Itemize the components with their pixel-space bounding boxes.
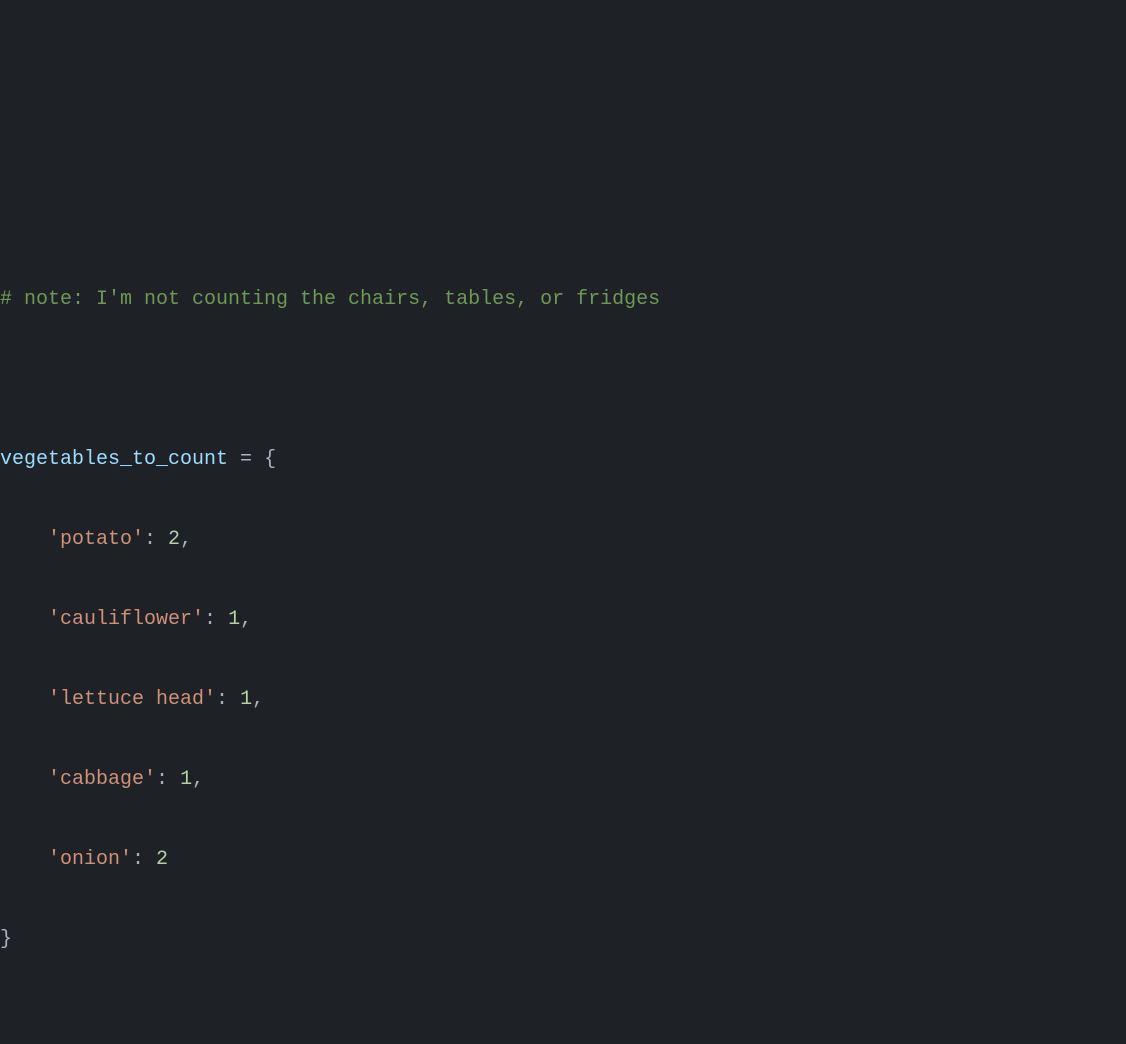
comment-text: # note: I'm not counting the chairs, tab…: [0, 288, 660, 311]
dict-value-number: 2: [156, 848, 168, 871]
code-line-dict-entry: 'cabbage': 1,: [0, 760, 1126, 800]
dict-value-number: 1: [228, 608, 240, 631]
open-brace: {: [264, 448, 276, 471]
indent: [0, 768, 48, 791]
code-line-blank: [0, 1000, 1126, 1040]
code-line-blank: [0, 360, 1126, 400]
code-line-assign: vegetables_to_count = {: [0, 440, 1126, 480]
dict-value-number: 1: [240, 688, 252, 711]
code-editor[interactable]: # note: I'm not counting the chairs, tab…: [0, 160, 1126, 1044]
dict-key-string: 'cabbage': [48, 768, 156, 791]
colon: :: [216, 688, 240, 711]
code-line-dict-entry: 'lettuce head': 1,: [0, 680, 1126, 720]
indent: [0, 528, 48, 551]
dict-key-string: 'cauliflower': [48, 608, 204, 631]
close-brace: }: [0, 928, 12, 951]
code-line-comment: # note: I'm not counting the chairs, tab…: [0, 280, 1126, 320]
variable-name: vegetables_to_count: [0, 448, 228, 471]
indent: [0, 848, 48, 871]
indent: [0, 608, 48, 631]
code-line-close-brace: }: [0, 920, 1126, 960]
colon: :: [132, 848, 156, 871]
comma: ,: [240, 608, 252, 631]
comma: ,: [252, 688, 264, 711]
dict-value-number: 2: [168, 528, 180, 551]
dict-key-string: 'onion': [48, 848, 132, 871]
dict-value-number: 1: [180, 768, 192, 791]
equals-operator: =: [228, 448, 264, 471]
code-line-dict-entry: 'cauliflower': 1,: [0, 600, 1126, 640]
comma: ,: [180, 528, 192, 551]
indent: [0, 688, 48, 711]
colon: :: [204, 608, 228, 631]
code-line-dict-entry: 'onion': 2: [0, 840, 1126, 880]
comma: ,: [192, 768, 204, 791]
colon: :: [144, 528, 168, 551]
code-line-dict-entry: 'potato': 2,: [0, 520, 1126, 560]
colon: :: [156, 768, 180, 791]
dict-key-string: 'lettuce head': [48, 688, 216, 711]
dict-key-string: 'potato': [48, 528, 144, 551]
